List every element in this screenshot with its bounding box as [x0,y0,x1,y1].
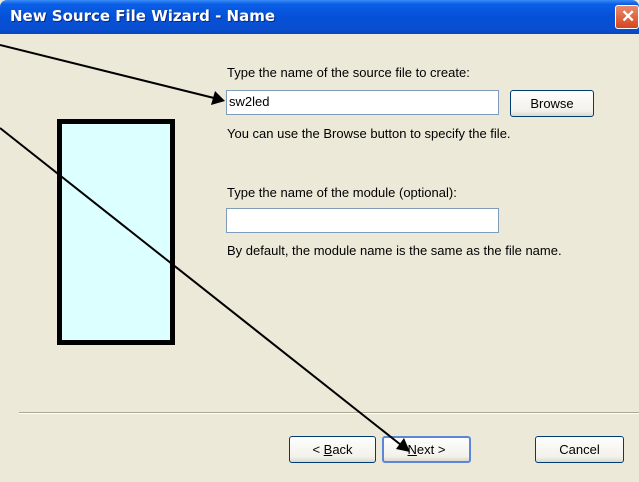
arrowhead-icon [211,91,225,105]
arrow-to-source-field [0,44,215,99]
annotation-arrows [0,44,410,452]
arrow-to-next-button [0,127,402,446]
arrowhead-icon [396,438,410,452]
